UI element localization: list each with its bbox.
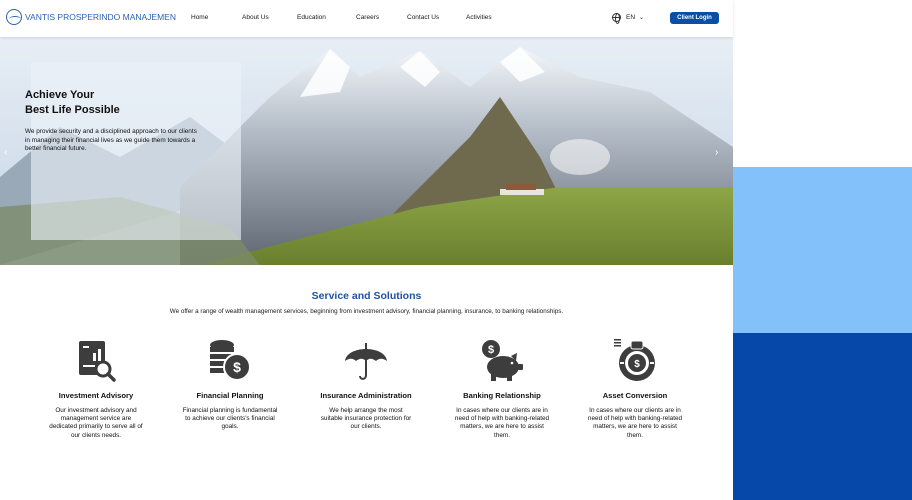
service-description: Our investment advisory and management s…	[49, 407, 143, 439]
service-asset-conversion: $ Asset Conversion In cases where our cl…	[575, 337, 695, 440]
side-block-white	[733, 0, 912, 167]
site-header: VANTIS PROSPERINDO MANAJEMEN Home About …	[0, 0, 733, 37]
nav-about-us[interactable]: About Us	[242, 14, 269, 21]
service-financial-planning: $ Financial Planning Financial planning …	[170, 337, 290, 432]
services-subtitle: We offer a range of wealth management se…	[169, 308, 564, 315]
globe-icon	[612, 13, 621, 24]
language-value: EN	[626, 14, 636, 21]
side-block-light-blue	[733, 167, 912, 333]
hero-title-line-1: Achieve Your	[25, 89, 95, 101]
logo-icon	[6, 9, 22, 25]
umbrella-icon	[345, 343, 387, 380]
hero-title-line-2: Best Life Possible	[25, 104, 120, 116]
service-title: Banking Relationship	[463, 391, 541, 400]
chevron-down-icon: ⌄	[639, 15, 645, 21]
nav-activities[interactable]: Activities	[466, 14, 492, 21]
svg-text:$: $	[634, 359, 640, 370]
service-insurance-administration: Insurance Administration We help arrange…	[306, 337, 426, 432]
hero-title: Achieve Your Best Life Possible	[25, 88, 205, 118]
service-description: In cases where our clients are in need o…	[587, 407, 683, 439]
hero-banner: Achieve Your Best Life Possible We provi…	[0, 37, 733, 265]
service-description: We help arrange the most suitable insura…	[320, 407, 412, 431]
chevron-left-icon[interactable]: ‹	[4, 147, 7, 158]
nav-careers[interactable]: Careers	[356, 14, 379, 21]
service-title: Insurance Administration	[320, 391, 412, 400]
hero-description: We provide security and a disciplined ap…	[25, 128, 197, 152]
service-description: Financial planning is fundamental to ach…	[182, 407, 278, 431]
svg-text:$: $	[488, 344, 494, 356]
service-banking-relationship: $ Banking Relationship In cases where ou…	[442, 337, 562, 440]
coins-dollar-icon: $	[210, 340, 251, 381]
client-login-button[interactable]: Client Login	[670, 12, 719, 24]
service-title: Investment Advisory	[58, 391, 134, 400]
report-magnifier-icon	[79, 341, 116, 382]
service-title: Asset Conversion	[602, 391, 668, 400]
language-selector[interactable]: EN ⌄	[612, 13, 645, 24]
services-title: Service and Solutions	[311, 290, 422, 302]
piggy-bank-icon: $	[482, 340, 523, 381]
service-investment-advisory: Investment Advisory Our investment advis…	[36, 337, 156, 440]
brand-logo[interactable]: VANTIS PROSPERINDO MANAJEMEN	[6, 9, 176, 25]
svg-text:$: $	[233, 359, 241, 375]
chevron-right-icon[interactable]: ›	[715, 147, 718, 158]
side-block-dark-blue	[733, 333, 912, 500]
brand-name: VANTIS PROSPERINDO MANAJEMEN	[25, 12, 176, 22]
money-cycle-icon: $	[614, 339, 655, 381]
nav-education[interactable]: Education	[297, 14, 326, 21]
nav-contact-us[interactable]: Contact Us	[407, 14, 439, 21]
service-description: In cases where our clients are in need o…	[454, 407, 550, 439]
service-title: Financial Planning	[196, 391, 264, 400]
nav-home[interactable]: Home	[191, 14, 208, 21]
